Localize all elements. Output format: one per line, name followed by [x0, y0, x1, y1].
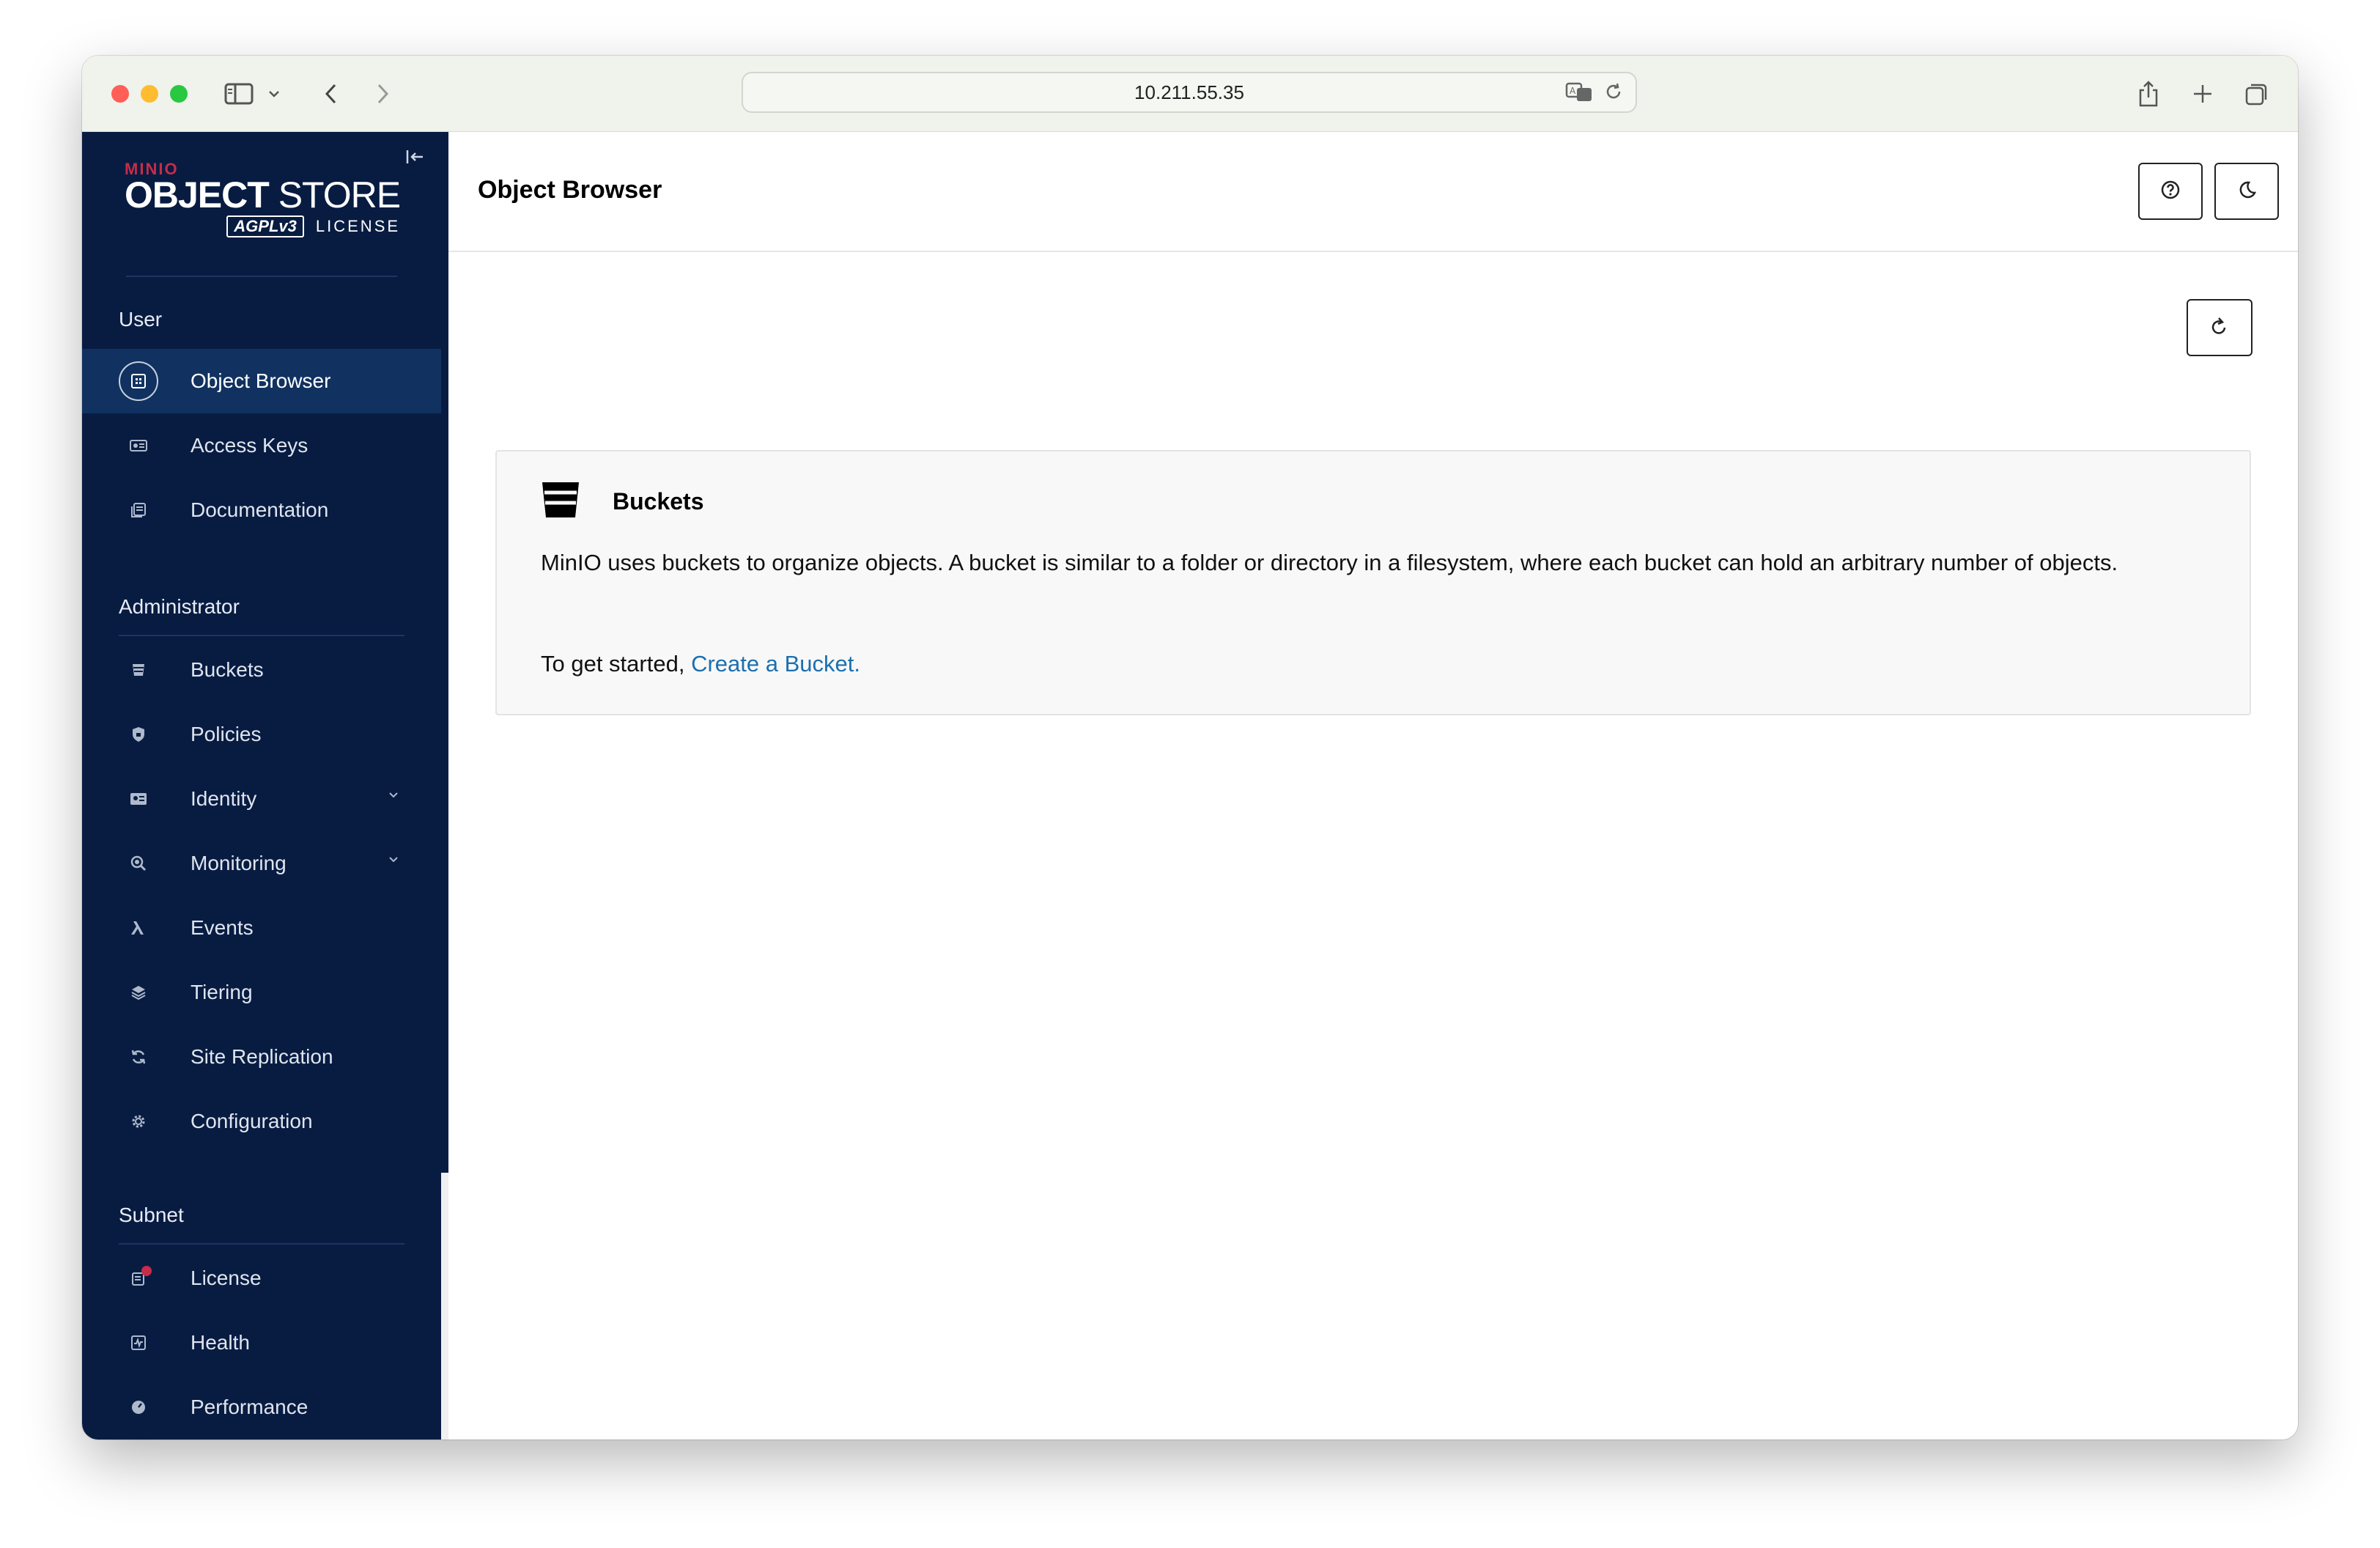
license-label: LICENSE: [315, 217, 401, 235]
sidebar-item-label: Tiering: [191, 981, 253, 1003]
buckets-info-box: Buckets MinIO uses buckets to organize o…: [495, 450, 2251, 715]
sidebar-item-health[interactable]: Health: [82, 1311, 441, 1375]
section-title-subnet: Subnet: [119, 1204, 184, 1226]
buckets-info-title: Buckets: [613, 488, 704, 515]
minimize-window-button[interactable]: [141, 85, 158, 103]
sidebar-item-label: Policies: [191, 723, 262, 745]
reload-icon[interactable]: [1603, 81, 1624, 107]
tab-overview-icon[interactable]: [2242, 76, 2272, 111]
minio-logo: MINIO OBJECT STORE AGPLv3 LICENSE: [125, 160, 401, 237]
address-text: 10.211.55.35: [1134, 81, 1244, 103]
site-replication-icon: [119, 1037, 158, 1077]
identity-icon: [119, 779, 158, 819]
translate-icon[interactable]: A: [1565, 81, 1594, 108]
sidebar-item-label: Configuration: [191, 1110, 313, 1132]
browser-toolbar: 10.211.55.35 A: [82, 56, 2298, 132]
chevron-down-icon[interactable]: [387, 790, 400, 803]
chevron-down-icon[interactable]: [387, 855, 400, 868]
help-icon: [2160, 180, 2181, 204]
back-icon[interactable]: [317, 76, 346, 111]
sidebar-item-label: Access Keys: [191, 434, 308, 457]
agpl-badge: AGPLv3: [226, 215, 304, 237]
sidebar-item-label: Site Replication: [191, 1045, 333, 1068]
sidebar-item-license[interactable]: License: [82, 1246, 441, 1311]
section-divider: [119, 1243, 404, 1245]
page-title: Object Browser: [478, 176, 662, 204]
refresh-button[interactable]: [2187, 299, 2252, 356]
gear-icon: [119, 1102, 158, 1141]
chevron-down-icon[interactable]: [265, 76, 283, 111]
sidebar-item-label: Buckets: [191, 658, 264, 681]
sidebar-item-label: Performance: [191, 1396, 308, 1418]
logo-divider: [126, 276, 397, 277]
sidebar-item-identity[interactable]: Identity: [82, 767, 441, 831]
sidebar-item-label: Object Browser: [191, 369, 331, 392]
buckets-info-start: To get started, Create a Bucket.: [541, 651, 860, 677]
svg-text:A: A: [1570, 86, 1576, 96]
monitoring-icon: [119, 844, 158, 883]
dark-mode-button[interactable]: [2214, 163, 2279, 220]
bucket-icon: [541, 479, 580, 524]
sidebar-item-buckets[interactable]: Buckets: [82, 638, 441, 702]
sidebar: MINIO OBJECT STORE AGPLv3 LICENSE User O…: [82, 132, 441, 1440]
share-icon[interactable]: [2134, 76, 2163, 111]
buckets-icon: [119, 650, 158, 690]
sidebar-item-tiering[interactable]: Tiering: [82, 960, 441, 1025]
license-icon: [119, 1258, 158, 1298]
sidebar-item-label: License: [191, 1267, 262, 1289]
sidebar-item-site-replication[interactable]: Site Replication: [82, 1025, 441, 1089]
sidebar-toggle-icon[interactable]: [221, 76, 256, 111]
create-bucket-link[interactable]: Create a Bucket.: [691, 651, 860, 677]
section-divider: [119, 635, 404, 636]
tiering-icon: [119, 973, 158, 1012]
sidebar-item-policies[interactable]: Policies: [82, 702, 441, 767]
performance-icon: [119, 1387, 158, 1427]
new-tab-icon[interactable]: [2188, 76, 2217, 111]
sidebar-item-label: Identity: [191, 787, 257, 810]
start-prefix-text: To get started,: [541, 651, 692, 677]
section-title-administrator: Administrator: [119, 595, 240, 618]
moon-icon: [2236, 180, 2257, 204]
sidebar-item-label: Events: [191, 916, 254, 939]
buckets-info-header: Buckets: [541, 479, 704, 524]
health-icon: [119, 1323, 158, 1363]
sidebar-item-label: Health: [191, 1331, 250, 1354]
page-header: Object Browser: [448, 132, 2298, 252]
browser-window: 10.211.55.35 A MINIO OBJECT STORE AGPLv3…: [82, 56, 2298, 1440]
sidebar-item-label: Monitoring: [191, 852, 287, 874]
sidebar-item-events[interactable]: Events: [82, 896, 441, 960]
close-window-button[interactable]: [111, 85, 129, 103]
object-browser-icon: [119, 361, 158, 401]
lambda-icon: [119, 908, 158, 948]
sidebar-item-monitoring[interactable]: Monitoring: [82, 831, 441, 896]
logo-product: OBJECT STORE: [125, 174, 401, 215]
sidebar-item-label: Documentation: [191, 498, 329, 521]
sidebar-scrollbar-thumb[interactable]: [441, 1173, 448, 1440]
sidebar-item-performance[interactable]: Performance: [82, 1375, 441, 1440]
sidebar-item-documentation[interactable]: Documentation: [82, 478, 441, 542]
policies-icon: [119, 715, 158, 754]
sidebar-item-access-keys[interactable]: Access Keys: [82, 413, 441, 478]
buckets-info-description: MinIO uses buckets to organize objects. …: [541, 550, 2118, 575]
address-bar[interactable]: 10.211.55.35 A: [742, 72, 1637, 113]
refresh-icon: [2209, 315, 2230, 341]
notification-dot: [141, 1266, 152, 1276]
sidebar-item-configuration[interactable]: Configuration: [82, 1089, 441, 1154]
main-content: Object Browser Buckets MinIO uses bucket…: [448, 132, 2298, 1440]
section-title-user: User: [119, 308, 163, 331]
forward-icon[interactable]: [368, 76, 397, 111]
access-keys-icon: [119, 426, 158, 465]
zoom-window-button[interactable]: [170, 85, 188, 103]
documentation-icon: [119, 490, 158, 530]
sidebar-item-object-browser[interactable]: Object Browser: [82, 349, 441, 413]
collapse-sidebar-icon[interactable]: [404, 148, 425, 169]
help-button[interactable]: [2138, 163, 2203, 220]
